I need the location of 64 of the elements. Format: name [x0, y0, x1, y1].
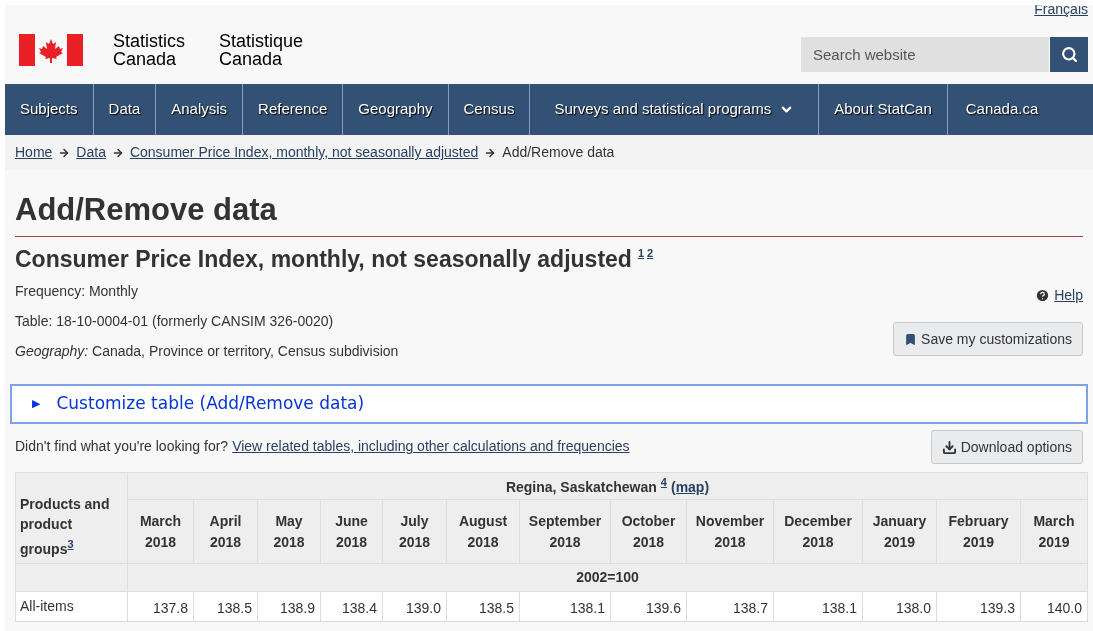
breadcrumb-link[interactable]: Home	[15, 142, 53, 163]
row-header: All-items	[15, 591, 128, 622]
table-cell: 138.0	[862, 591, 937, 622]
table-cell: 138.5	[446, 591, 520, 622]
page-title: Add/Remove data	[15, 192, 278, 228]
column-header: October 2018	[610, 499, 687, 564]
related-tables-link[interactable]: View related tables, including other calculations and frequencies	[232, 438, 630, 454]
table-header-cell: Products and product groups$^{3}$	[15, 472, 128, 564]
column-header: February 2019	[936, 499, 1021, 564]
table-title: Consumer Price Index, monthly, not seasonally adjusted	[15, 245, 632, 273]
help-link[interactable]: Help	[1035, 285, 1083, 306]
column-header: November 2018	[686, 499, 774, 564]
breadcrumb-current: Add/Remove data	[502, 143, 615, 162]
geography-text: Geography: Canada, Province or territory, Census subdivision	[15, 342, 399, 361]
brand-name-english: Statistics Canada	[113, 31, 186, 68]
arrow-right-icon	[111, 146, 124, 159]
help-icon	[1035, 288, 1051, 303]
column-header: September 2018	[519, 499, 611, 564]
table-cell: 138.9	[257, 591, 321, 622]
map-link[interactable]: (map)	[670, 478, 710, 495]
footnote-link[interactable]: 4	[660, 476, 667, 489]
flag-icon	[19, 33, 83, 66]
column-header: March 2019	[1020, 499, 1088, 564]
table-id-text: Table: 18-10-0004-01 (formerly CANSIM 326-0020)	[15, 312, 335, 331]
related-text: Didn't find what you're looking for? View related tables, including other calculations and frequencies	[15, 437, 630, 456]
customize-table-toggle[interactable]: ▶ Customize table (Add/Remove data)	[10, 384, 1088, 424]
arrow-right-icon	[58, 146, 71, 159]
column-header: August 2018	[446, 499, 520, 564]
table-cell: 139.6	[610, 591, 687, 622]
table-cell: 139.3	[936, 591, 1021, 622]
column-header: January 2019	[862, 499, 937, 564]
location-header: Regina, Saskatchewan	[505, 478, 657, 495]
column-header: December 2018	[773, 499, 863, 564]
frequency-text: Frequency: Monthly	[15, 282, 139, 301]
column-header: June 2018	[320, 499, 383, 564]
table-cell: 137.8	[127, 591, 194, 622]
breadcrumb-link[interactable]: Consumer Price Index, monthly, not seasonally adjusted	[129, 142, 479, 163]
table-cell: 140.0	[1020, 591, 1088, 622]
arrow-right-icon	[484, 146, 497, 159]
bookmark-icon	[904, 332, 918, 346]
table-cell: 138.7	[686, 591, 774, 622]
footnote-link[interactable]: 3	[67, 538, 74, 551]
column-header: March 2018	[127, 499, 194, 564]
column-header: July 2018	[382, 499, 447, 564]
unit-header: 2002=100	[127, 563, 1088, 592]
menu-item[interactable]: Canada.ca	[947, 84, 1057, 135]
triangle-icon: ▶	[32, 395, 41, 413]
search-icon	[1060, 45, 1078, 63]
table-cell: 138.1	[519, 591, 611, 622]
download-icon	[941, 439, 957, 455]
table-cell: 139.0	[382, 591, 447, 622]
column-header: May 2018	[257, 499, 321, 564]
search-field[interactable]: Search website	[801, 36, 1049, 72]
table-cell: 138.4	[320, 591, 383, 622]
download-button[interactable]: Download options	[930, 430, 1083, 464]
column-header: April 2018	[193, 499, 258, 564]
table-cell: 138.5	[193, 591, 258, 622]
footnote-link[interactable]: 2	[647, 245, 654, 262]
breadcrumb-link[interactable]: Data	[76, 142, 106, 163]
table-cell: 138.1	[773, 591, 863, 622]
brand-name-french: Statistique Canada	[219, 31, 304, 68]
footnote-link[interactable]: 1	[637, 245, 644, 262]
save-button[interactable]: Save my customizations	[893, 322, 1083, 356]
search-button[interactable]	[1050, 36, 1088, 72]
